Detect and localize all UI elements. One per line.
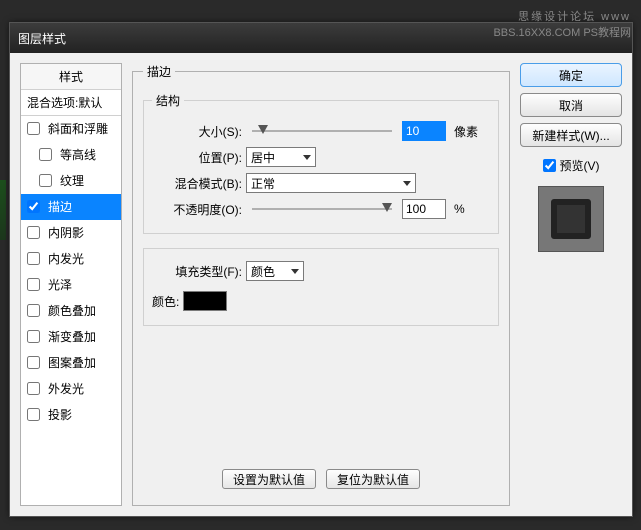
style-checkbox[interactable] [27, 382, 40, 395]
style-item-等高线[interactable]: 等高线 [21, 142, 121, 168]
style-item-内阴影[interactable]: 内阴影 [21, 220, 121, 246]
size-label: 大小(S): [152, 123, 242, 140]
color-row: 颜色: [152, 291, 490, 311]
style-item-外发光[interactable]: 外发光 [21, 376, 121, 402]
fill-type-row: 填充类型(F): 颜色 [152, 261, 490, 281]
blend-mode-row: 混合模式(B): 正常 [152, 173, 490, 193]
fill-type-label: 填充类型(F): [152, 263, 242, 280]
reset-default-button[interactable]: 复位为默认值 [326, 469, 420, 489]
preview-swatch [551, 199, 591, 239]
style-checkbox[interactable] [27, 408, 40, 421]
new-style-button[interactable]: 新建样式(W)... [520, 123, 622, 147]
style-checkbox[interactable] [27, 252, 40, 265]
size-unit: 像素 [454, 123, 478, 140]
style-item-描边[interactable]: 描边 [21, 194, 121, 220]
style-checkbox[interactable] [27, 304, 40, 317]
stroke-group-title: 描边 [143, 63, 175, 80]
opacity-row: 不透明度(O): % [152, 199, 490, 219]
style-checkbox[interactable] [27, 356, 40, 369]
style-item-label: 内发光 [48, 250, 84, 267]
style-item-label: 斜面和浮雕 [48, 120, 108, 137]
main-panel: 描边 结构 大小(S): 像素 位置(P): 居中 [132, 63, 510, 506]
style-item-label: 渐变叠加 [48, 328, 96, 345]
style-item-光泽[interactable]: 光泽 [21, 272, 121, 298]
style-item-斜面和浮雕[interactable]: 斜面和浮雕 [21, 116, 121, 142]
preview-label: 预览(V) [560, 157, 600, 174]
stroke-group: 描边 结构 大小(S): 像素 位置(P): 居中 [132, 63, 510, 506]
chevron-down-icon [303, 155, 311, 160]
opacity-slider[interactable] [252, 202, 392, 216]
style-item-label: 内阴影 [48, 224, 84, 241]
styles-panel-header[interactable]: 样式 [21, 64, 121, 90]
style-item-label: 图案叠加 [48, 354, 96, 371]
right-panel: 确定 取消 新建样式(W)... 预览(V) [520, 63, 622, 506]
style-item-纹理[interactable]: 纹理 [21, 168, 121, 194]
style-item-label: 颜色叠加 [48, 302, 96, 319]
style-item-label: 光泽 [48, 276, 72, 293]
fill-type-dropdown[interactable]: 颜色 [246, 261, 304, 281]
opacity-unit: % [454, 202, 465, 216]
styles-list: 斜面和浮雕等高线纹理描边内阴影内发光光泽颜色叠加渐变叠加图案叠加外发光投影 [21, 116, 121, 428]
opacity-input[interactable] [402, 199, 446, 219]
position-row: 位置(P): 居中 [152, 147, 490, 167]
style-item-投影[interactable]: 投影 [21, 402, 121, 428]
window-title: 图层样式 [18, 30, 66, 47]
position-label: 位置(P): [152, 149, 242, 166]
style-item-图案叠加[interactable]: 图案叠加 [21, 350, 121, 376]
style-checkbox[interactable] [39, 174, 52, 187]
style-checkbox[interactable] [39, 148, 52, 161]
style-item-内发光[interactable]: 内发光 [21, 246, 121, 272]
default-buttons-row: 设置为默认值 复位为默认值 [143, 463, 499, 495]
blending-options-row[interactable]: 混合选项:默认 [21, 90, 121, 116]
ok-button[interactable]: 确定 [520, 63, 622, 87]
style-checkbox[interactable] [27, 226, 40, 239]
color-label: 颜色: [152, 293, 179, 310]
size-slider[interactable] [252, 124, 392, 138]
chevron-down-icon [403, 181, 411, 186]
structure-title: 结构 [152, 92, 184, 109]
color-swatch[interactable] [183, 291, 227, 311]
make-default-button[interactable]: 设置为默认值 [222, 469, 316, 489]
style-item-label: 纹理 [60, 172, 84, 189]
style-item-label: 外发光 [48, 380, 84, 397]
opacity-label: 不透明度(O): [152, 201, 242, 218]
layer-style-dialog: 图层样式 样式 混合选项:默认 斜面和浮雕等高线纹理描边内阴影内发光光泽颜色叠加… [9, 22, 633, 517]
fill-subgroup: 填充类型(F): 颜色 颜色: [143, 248, 499, 326]
preview-checkbox[interactable] [543, 159, 556, 172]
blend-mode-dropdown[interactable]: 正常 [246, 173, 416, 193]
blend-mode-label: 混合模式(B): [152, 175, 242, 192]
chevron-down-icon [291, 269, 299, 274]
style-item-label: 等高线 [60, 146, 96, 163]
size-input[interactable] [402, 121, 446, 141]
preview-box [538, 186, 604, 252]
style-item-label: 投影 [48, 406, 72, 423]
style-checkbox[interactable] [27, 330, 40, 343]
style-item-颜色叠加[interactable]: 颜色叠加 [21, 298, 121, 324]
preview-toggle[interactable]: 预览(V) [543, 157, 600, 174]
style-item-label: 描边 [48, 198, 72, 215]
style-checkbox[interactable] [27, 278, 40, 291]
size-row: 大小(S): 像素 [152, 121, 490, 141]
position-dropdown[interactable]: 居中 [246, 147, 316, 167]
style-item-渐变叠加[interactable]: 渐变叠加 [21, 324, 121, 350]
cancel-button[interactable]: 取消 [520, 93, 622, 117]
style-checkbox[interactable] [27, 122, 40, 135]
titlebar[interactable]: 图层样式 [10, 23, 632, 53]
bg-accent [0, 180, 6, 240]
style-checkbox[interactable] [27, 200, 40, 213]
structure-subgroup: 结构 大小(S): 像素 位置(P): 居中 [143, 92, 499, 234]
styles-panel: 样式 混合选项:默认 斜面和浮雕等高线纹理描边内阴影内发光光泽颜色叠加渐变叠加图… [20, 63, 122, 506]
